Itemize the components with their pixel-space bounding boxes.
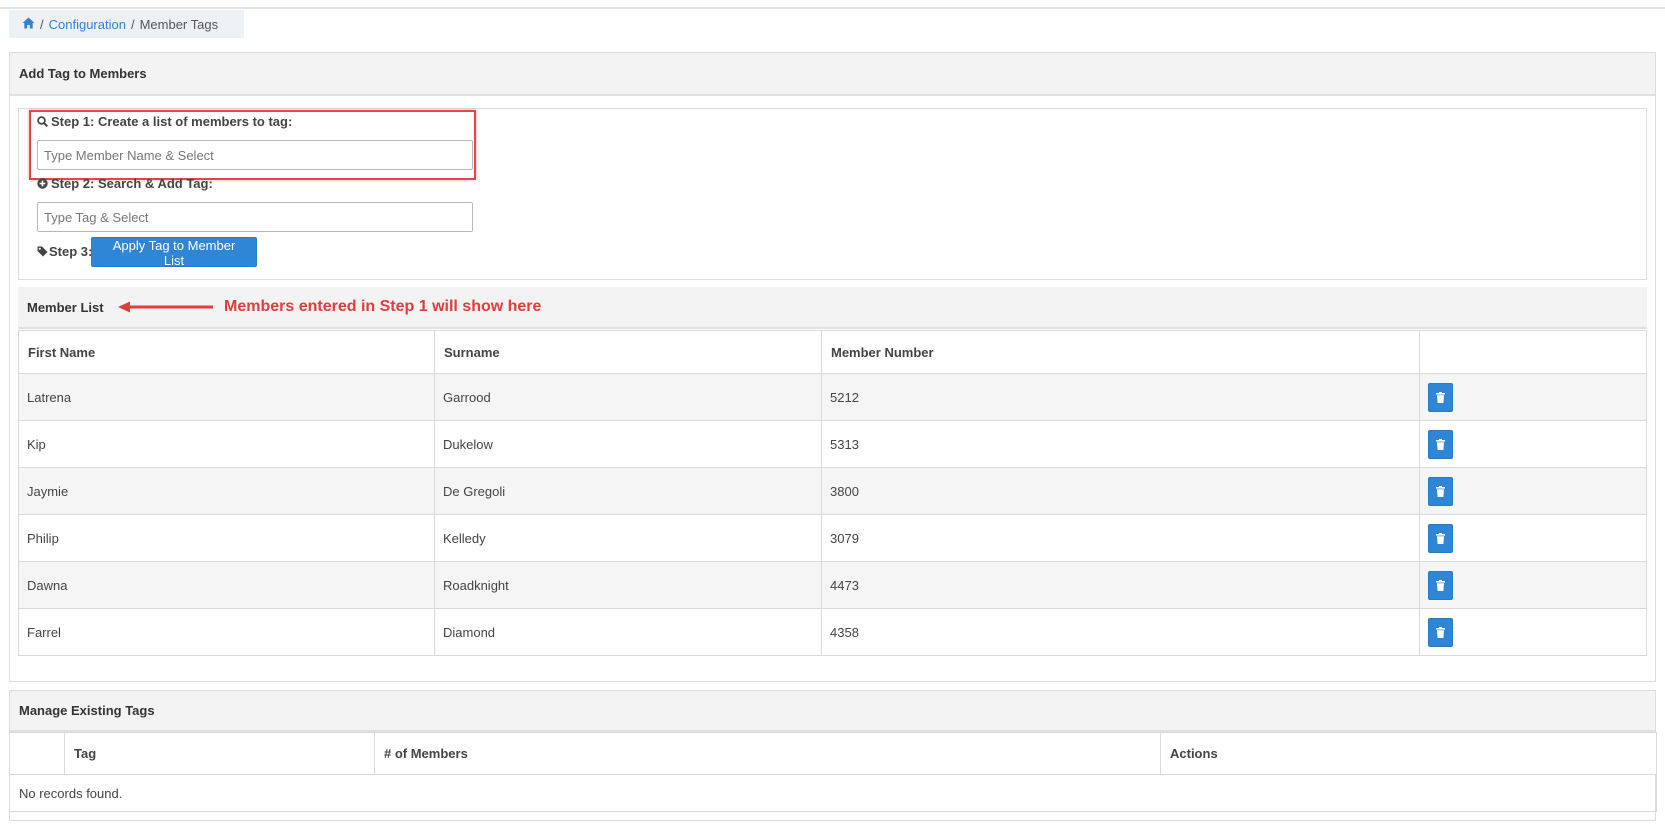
steps-box: Step 1: Create a list of members to tag:… [18,108,1647,280]
empty-message: No records found. [9,774,1657,812]
step3-label: Step 3: [37,244,92,259]
cell-member-number: 5212 [821,373,1420,421]
cell-surname: Garrood [434,373,822,421]
cell-member-number: 3800 [821,467,1420,515]
tag-icon [37,246,48,257]
delete-button[interactable] [1428,429,1453,459]
column-header-actions: Actions [1160,732,1657,775]
step2-label: Step 2: Search & Add Tag: [37,176,213,191]
table-row: Kip Dukelow 5313 [18,420,1647,468]
cell-first-name: Jaymie [18,467,435,515]
member-list-heading: Member List Members entered in Step 1 wi… [18,287,1647,329]
column-header-member-count: # of Members [374,732,1161,775]
cell-actions [1419,514,1647,562]
cell-first-name: Dawna [18,561,435,609]
trash-icon [1436,626,1445,638]
delete-button[interactable] [1428,617,1453,647]
cell-surname: De Gregoli [434,467,822,515]
manage-tags-panel: Manage Existing Tags Tag # of Members Ac… [9,690,1657,821]
step2-label-text: Step 2: Search & Add Tag: [51,176,213,191]
cell-actions [1419,420,1647,468]
member-name-input[interactable] [37,140,473,170]
breadcrumb-separator: / [40,16,44,32]
manage-tags-panel-title: Manage Existing Tags [10,691,1655,732]
column-header-actions [1419,330,1647,374]
cell-member-number: 5313 [821,420,1420,468]
cell-surname: Diamond [434,608,822,656]
table-row: Farrel Diamond 4358 [18,608,1647,656]
cell-first-name: Philip [18,514,435,562]
member-list-title: Member List [27,299,104,315]
table-header-row: First Name Surname Member Number [18,330,1647,374]
breadcrumb-current: Member Tags [139,16,219,32]
home-icon [22,17,35,28]
table-row: Dawna Roadknight 4473 [18,561,1647,609]
column-header-tag: Tag [64,732,375,775]
cell-first-name: Latrena [18,373,435,421]
trash-icon [1436,532,1445,544]
member-table: First Name Surname Member Number Latrena… [18,330,1647,656]
trash-icon [1436,485,1445,497]
table-row: Jaymie De Gregoli 3800 [18,467,1647,515]
cell-actions [1419,373,1647,421]
column-header-member-number: Member Number [821,330,1420,374]
cell-actions [1419,467,1647,515]
breadcrumb-configuration-link[interactable]: Configuration [49,17,126,32]
plus-circle-icon [37,178,48,189]
search-icon [37,116,48,127]
delete-button[interactable] [1428,382,1453,412]
add-tag-panel-title: Add Tag to Members [10,53,1655,96]
home-link[interactable] [22,17,35,32]
column-header-select [9,732,65,775]
breadcrumb-separator: / [130,16,135,32]
trash-icon [1436,579,1445,591]
apply-tag-button[interactable]: Apply Tag to Member List [91,237,257,268]
top-border [0,0,1665,9]
annotation-text: Members entered in Step 1 will show here [224,298,542,315]
cell-surname: Kelledy [434,514,822,562]
table-row: No records found. [9,774,1657,812]
step1-label-text: Step 1: Create a list of members to tag: [51,114,293,129]
cell-first-name: Farrel [18,608,435,656]
trash-icon [1436,438,1445,450]
column-header-first-name: First Name [18,330,435,374]
member-list-section: Member List Members entered in Step 1 wi… [18,287,1647,666]
cell-member-number: 4473 [821,561,1420,609]
cell-member-number: 3079 [821,514,1420,562]
cell-surname: Roadknight [434,561,822,609]
annotation: Members entered in Step 1 will show here [118,298,541,316]
delete-button[interactable] [1428,476,1453,506]
delete-button[interactable] [1428,523,1453,553]
table-row: Philip Kelledy 3079 [18,514,1647,562]
trash-icon [1436,391,1445,403]
column-header-surname: Surname [434,330,822,374]
tag-input[interactable] [37,202,473,232]
breadcrumb: / Configuration / Member Tags [9,10,244,38]
cell-actions [1419,561,1647,609]
cell-first-name: Kip [18,420,435,468]
add-tag-panel: Add Tag to Members Step 1: Create a list… [9,52,1656,682]
table-row: Latrena Garrood 5212 [18,373,1647,421]
tags-table: Tag # of Members Actions No records foun… [9,732,1657,812]
arrow-left-icon [118,301,213,313]
cell-member-number: 4358 [821,608,1420,656]
delete-button[interactable] [1428,570,1453,600]
cell-surname: Dukelow [434,420,822,468]
cell-actions [1419,608,1647,656]
step3-label-text: Step 3: [49,244,93,259]
table-header-row: Tag # of Members Actions [9,732,1657,775]
step1-label: Step 1: Create a list of members to tag: [37,114,292,129]
